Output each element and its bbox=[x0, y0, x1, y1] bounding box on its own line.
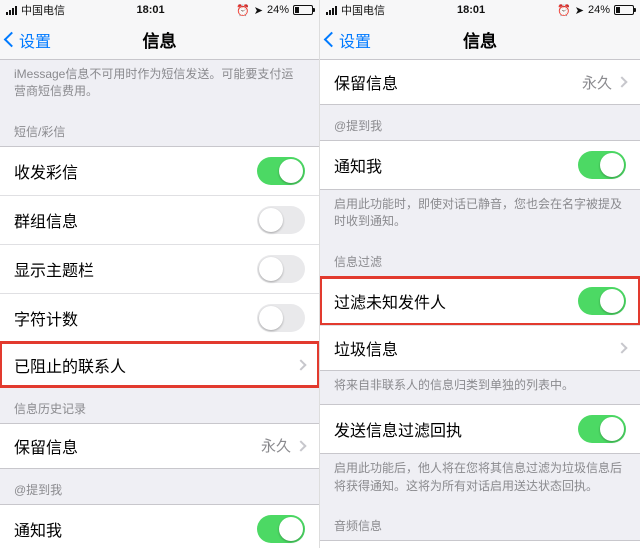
clock-label: 18:01 bbox=[136, 4, 164, 16]
row-subject[interactable]: 显示主题栏 bbox=[0, 244, 319, 293]
battery-icon bbox=[293, 5, 313, 15]
row-filter-unknown-label: 过滤未知发件人 bbox=[334, 289, 578, 313]
filter-note: 将来自非联系人的信息归类到单独的列表中。 bbox=[320, 371, 640, 404]
section-mms-header: 短信/彩信 bbox=[0, 111, 319, 146]
carrier-label: 中国电信 bbox=[21, 2, 65, 18]
row-notify-label: 通知我 bbox=[334, 153, 578, 177]
section-filter-header: 信息过滤 bbox=[320, 241, 640, 276]
imessage-note: iMessage信息不可用时作为短信发送。可能要支付运营商短信费用。 bbox=[0, 60, 319, 111]
battery-percent-label: 24% bbox=[588, 4, 610, 16]
chevron-right-icon bbox=[295, 359, 306, 370]
signal-bars-icon bbox=[6, 5, 17, 15]
alarm-icon: ⏰ bbox=[557, 4, 571, 17]
section-audio-header: 音频信息 bbox=[320, 505, 640, 540]
carrier-label: 中国电信 bbox=[341, 2, 385, 18]
row-notify-label: 通知我 bbox=[14, 517, 257, 541]
nav-bar: 设置 信息 bbox=[320, 20, 640, 60]
row-keep-label: 保留信息 bbox=[14, 434, 261, 458]
row-junk-label: 垃圾信息 bbox=[334, 336, 618, 360]
alarm-icon: ⏰ bbox=[236, 4, 250, 17]
page-title: 信息 bbox=[463, 27, 497, 52]
toggle-subject[interactable] bbox=[257, 255, 305, 283]
section-mention-header: @提到我 bbox=[320, 105, 640, 140]
row-charcount-label: 字符计数 bbox=[14, 306, 257, 330]
row-keep-messages[interactable]: 保留信息 永久 bbox=[0, 424, 319, 468]
chevron-left-icon bbox=[324, 32, 340, 48]
content-left: iMessage信息不可用时作为短信发送。可能要支付运营商短信费用。 短信/彩信… bbox=[0, 60, 319, 548]
chevron-right-icon bbox=[616, 342, 627, 353]
row-charcount[interactable]: 字符计数 bbox=[0, 293, 319, 342]
row-keep-value: 永久 bbox=[582, 72, 612, 93]
toggle-filter-unknown[interactable] bbox=[578, 287, 626, 315]
toggle-notify[interactable] bbox=[578, 151, 626, 179]
back-button[interactable]: 设置 bbox=[326, 28, 371, 52]
row-notify-me[interactable]: 通知我 bbox=[0, 505, 319, 548]
row-blocked-label: 已阻止的联系人 bbox=[14, 353, 297, 377]
row-keep-messages[interactable]: 保留信息 永久 bbox=[320, 60, 640, 104]
toggle-notify[interactable] bbox=[257, 515, 305, 543]
row-junk[interactable]: 垃圾信息 bbox=[320, 325, 640, 370]
battery-icon bbox=[614, 5, 634, 15]
page-title: 信息 bbox=[143, 27, 177, 52]
row-blocked-contacts[interactable]: 已阻止的联系人 bbox=[0, 342, 319, 387]
row-mms-label: 收发彩信 bbox=[14, 159, 257, 183]
screenshot-left: 中国电信 18:01 ⏰ ➤ 24% 设置 信息 iMessage信息不可用时作… bbox=[0, 0, 320, 548]
signal-bars-icon bbox=[326, 5, 337, 15]
row-group-label: 群组信息 bbox=[14, 208, 257, 232]
back-button[interactable]: 设置 bbox=[6, 28, 51, 52]
screenshot-right: 中国电信 18:01 ⏰ ➤ 24% 设置 信息 保留信息 永久 bbox=[320, 0, 640, 548]
row-keep-label: 保留信息 bbox=[334, 70, 582, 94]
toggle-group[interactable] bbox=[257, 206, 305, 234]
row-subject-label: 显示主题栏 bbox=[14, 257, 257, 281]
row-notify-me[interactable]: 通知我 bbox=[320, 141, 640, 189]
receipt-note: 启用此功能后，他人将在您将其信息过滤为垃圾信息后将获得通知。这将为所有对话启用送… bbox=[320, 454, 640, 505]
location-icon: ➤ bbox=[254, 4, 263, 17]
row-group-msg[interactable]: 群组信息 bbox=[0, 195, 319, 244]
chevron-left-icon bbox=[4, 32, 20, 48]
chevron-right-icon bbox=[616, 76, 627, 87]
nav-bar: 设置 信息 bbox=[0, 20, 319, 60]
row-mms[interactable]: 收发彩信 bbox=[0, 147, 319, 195]
row-receipt-label: 发送信息过滤回执 bbox=[334, 417, 578, 441]
status-bar: 中国电信 18:01 ⏰ ➤ 24% bbox=[320, 0, 640, 20]
clock-label: 18:01 bbox=[457, 4, 485, 16]
row-keep-value: 永久 bbox=[261, 435, 291, 456]
row-filter-unknown[interactable]: 过滤未知发件人 bbox=[320, 277, 640, 325]
content-right: 保留信息 永久 @提到我 通知我 启用此功能时，即使对话已静音，您也会在名字被提… bbox=[320, 60, 640, 548]
toggle-mms[interactable] bbox=[257, 157, 305, 185]
row-send-receipt[interactable]: 发送信息过滤回执 bbox=[320, 405, 640, 453]
chevron-right-icon bbox=[295, 440, 306, 451]
back-label: 设置 bbox=[339, 28, 371, 52]
row-expire[interactable]: 过期 2分钟后 bbox=[320, 541, 640, 548]
back-label: 设置 bbox=[19, 28, 51, 52]
battery-percent-label: 24% bbox=[267, 4, 289, 16]
status-bar: 中国电信 18:01 ⏰ ➤ 24% bbox=[0, 0, 319, 20]
toggle-charcount[interactable] bbox=[257, 304, 305, 332]
location-icon: ➤ bbox=[575, 4, 584, 17]
section-mention-header: @提到我 bbox=[0, 469, 319, 504]
toggle-receipt[interactable] bbox=[578, 415, 626, 443]
section-history-header: 信息历史记录 bbox=[0, 388, 319, 423]
notify-note: 启用此功能时，即使对话已静音，您也会在名字被提及时收到通知。 bbox=[320, 190, 640, 241]
